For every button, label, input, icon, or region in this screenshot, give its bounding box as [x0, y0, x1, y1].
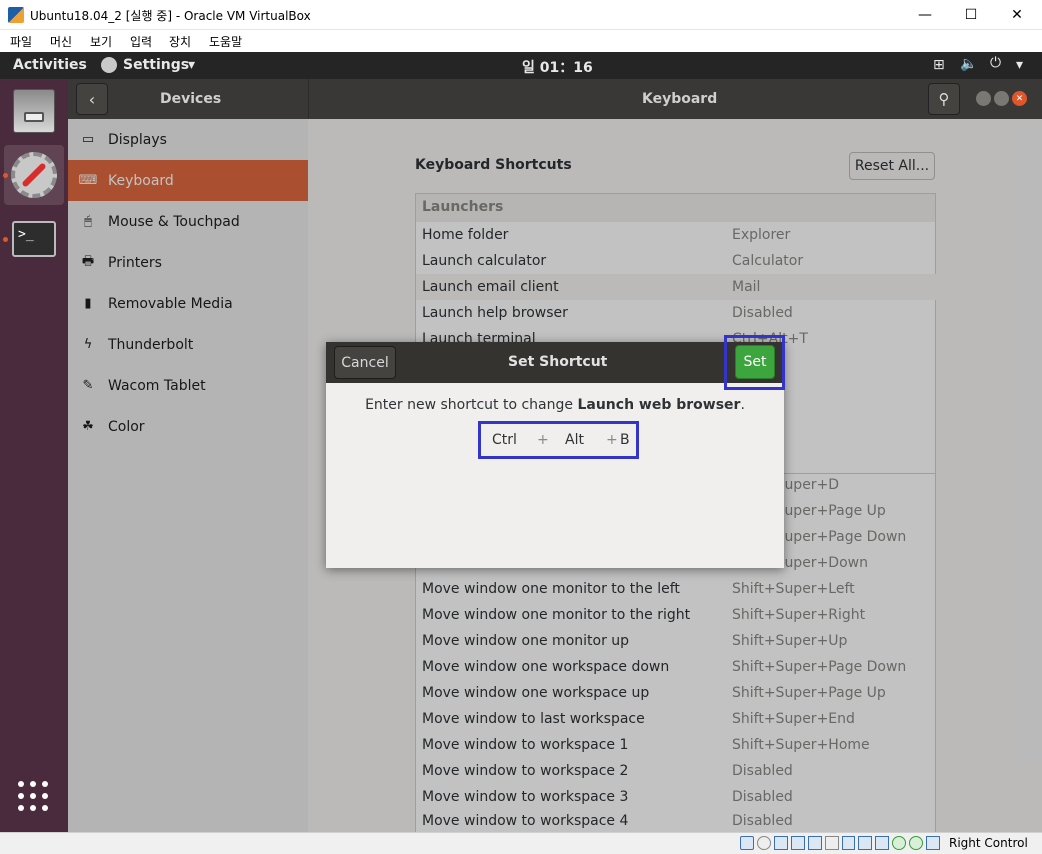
key-alt: Alt — [565, 432, 584, 448]
settings-headerbar: ‹ Devices Keyboard ⚲ ✕ — [68, 79, 1042, 119]
device-icons — [740, 836, 941, 852]
message-prefix: Enter new shortcut to change — [365, 397, 578, 413]
window-maximize-button[interactable] — [994, 91, 1009, 106]
minimize-button[interactable]: — — [902, 0, 948, 30]
cancel-button[interactable]: Cancel — [334, 346, 396, 379]
settings-app[interactable] — [4, 145, 64, 205]
file-cabinet-icon — [13, 89, 55, 133]
power-icon[interactable]: ⏻ — [990, 55, 1001, 71]
running-indicator — [3, 237, 8, 242]
terminal-app[interactable]: >_ — [4, 209, 64, 269]
chevron-down-icon: ▾ — [188, 57, 196, 73]
shared-folder-icon[interactable] — [824, 836, 839, 850]
menu-machine[interactable]: 머신 — [50, 33, 72, 50]
gnome-topbar: Activities Settings ▾ 일 01：16 ⊞ 🔈 ⏻ ▾ — [0, 52, 1042, 79]
ubuntu-dock: >_ — [0, 79, 68, 832]
hard-disk-icon[interactable] — [740, 836, 754, 850]
activities-button[interactable]: Activities — [13, 57, 87, 73]
dialog-headerbar: Cancel Set Shortcut — [326, 342, 784, 383]
audio-icon[interactable] — [773, 836, 788, 850]
virtualbox-icon — [8, 7, 24, 23]
show-applications-icon[interactable] — [18, 781, 50, 813]
video-capture-icon[interactable] — [858, 836, 873, 850]
menu-view[interactable]: 보기 — [90, 33, 112, 50]
window-close-button[interactable]: ✕ — [1012, 91, 1027, 106]
key-plus: + — [606, 432, 618, 448]
volume-icon[interactable]: 🔈 — [960, 56, 977, 72]
set-button[interactable]: Set — [735, 345, 775, 379]
close-button[interactable]: ✕ — [994, 0, 1040, 30]
app-menu[interactable]: Settings — [123, 57, 189, 73]
menu-help[interactable]: 도움말 — [209, 33, 242, 50]
host-window-title: Ubuntu18.04_2 [실행 중] - Oracle VM Virtual… — [30, 9, 311, 23]
dialog-title: Set Shortcut — [508, 354, 608, 370]
files-app[interactable] — [4, 81, 64, 141]
settings-gear-icon — [11, 152, 57, 198]
menu-input[interactable]: 입력 — [130, 33, 152, 50]
host-statusbar: Right Control — [0, 832, 1042, 854]
mouse-integration-icon[interactable] — [909, 836, 924, 850]
guest-additions-icon[interactable] — [892, 836, 907, 850]
search-icon: ⚲ — [938, 90, 950, 108]
cpu-icon[interactable] — [875, 836, 890, 850]
optical-drive-icon[interactable] — [756, 836, 771, 850]
key-ctrl: Ctrl — [492, 432, 517, 448]
page-title: Keyboard — [642, 91, 718, 107]
display-icon[interactable] — [841, 836, 856, 850]
host-menubar — [0, 30, 1042, 52]
clock[interactable]: 일 01：16 — [522, 57, 593, 77]
message-target: Launch web browser — [577, 397, 741, 413]
network-adapter-icon[interactable] — [790, 836, 805, 850]
keyboard-capture-icon[interactable] — [926, 836, 941, 850]
running-indicator — [3, 173, 8, 178]
menu-devices[interactable]: 장치 — [169, 33, 191, 50]
system-menu-chevron-icon[interactable]: ▾ — [1016, 57, 1023, 73]
message-suffix: . — [740, 397, 745, 413]
key-b: B — [620, 432, 630, 448]
terminal-icon: >_ — [12, 221, 56, 257]
window-minimize-button[interactable] — [976, 91, 991, 106]
maximize-button[interactable]: ☐ — [948, 0, 994, 30]
settings-app-icon — [101, 57, 117, 73]
usb-device-icon[interactable] — [807, 836, 822, 850]
dialog-message: Enter new shortcut to change Launch web … — [326, 397, 784, 413]
host-window-titlebar: Ubuntu18.04_2 [실행 중] - Oracle VM Virtual… — [0, 0, 1042, 30]
search-button[interactable]: ⚲ — [928, 83, 960, 115]
header-divider — [308, 79, 309, 119]
host-key-label: Right Control — [949, 836, 1028, 850]
back-button[interactable]: ‹ — [76, 83, 108, 115]
key-plus: + — [537, 432, 549, 448]
sidebar-title: Devices — [160, 91, 222, 107]
menu-file[interactable]: 파일 — [10, 33, 32, 50]
network-icon[interactable]: ⊞ — [933, 57, 945, 73]
